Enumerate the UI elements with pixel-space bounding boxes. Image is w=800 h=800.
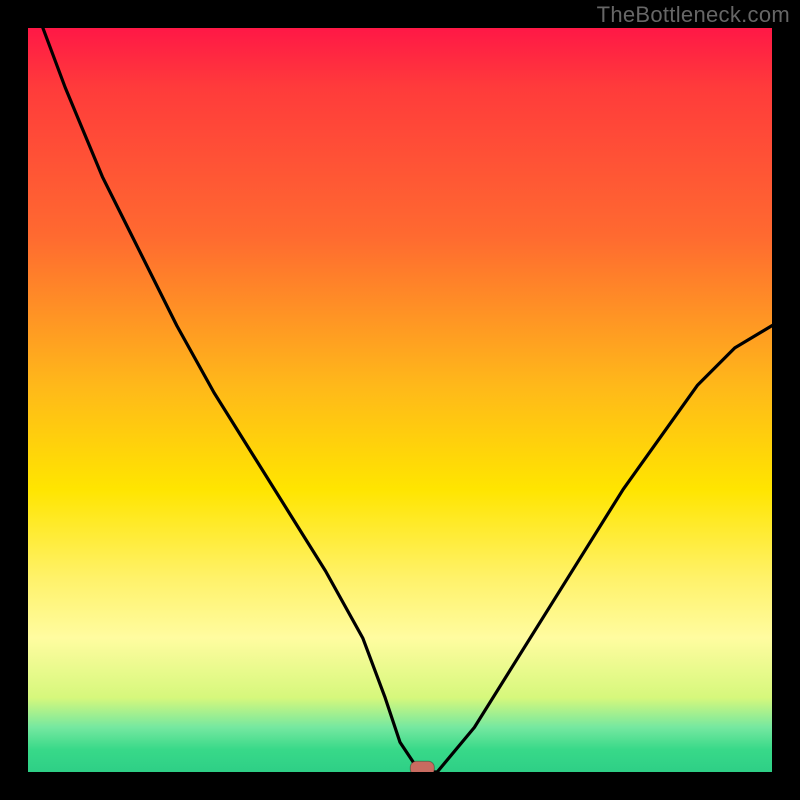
chart-frame: TheBottleneck.com (0, 0, 800, 800)
plot-area (28, 28, 772, 772)
optimum-marker (410, 761, 434, 772)
bottleneck-curve (43, 28, 772, 772)
plot-svg (28, 28, 772, 772)
watermark-text: TheBottleneck.com (597, 2, 790, 28)
